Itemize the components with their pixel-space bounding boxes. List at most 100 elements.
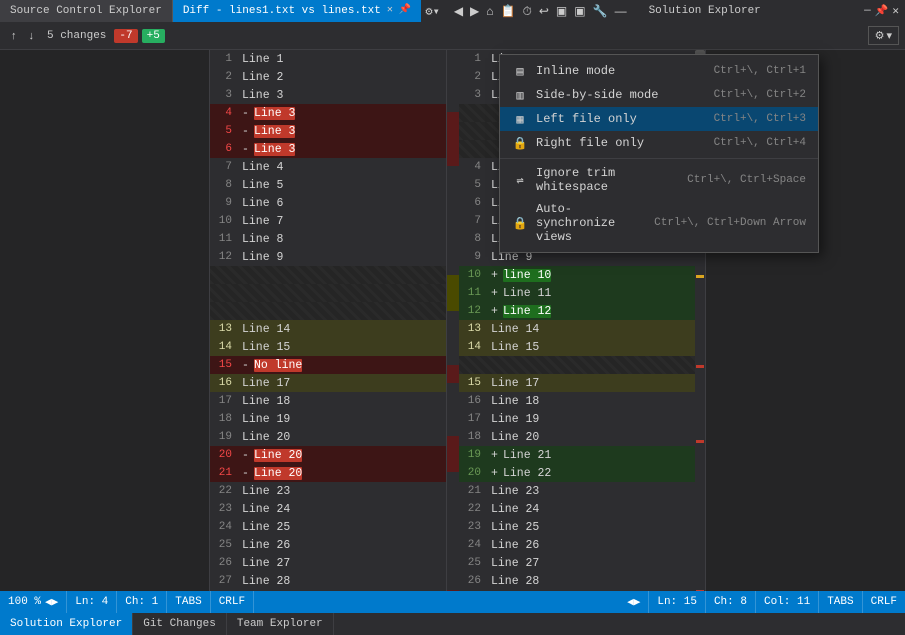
next-change-button[interactable]: ↓ [24, 27, 40, 45]
close2-icon[interactable]: ✕ [892, 4, 899, 18]
left-file-shortcut: Ctrl+\, Ctrl+3 [714, 113, 806, 125]
menu-item-side-by-side[interactable]: ▥ Side-by-side mode Ctrl+\, Ctrl+2 [500, 83, 818, 107]
removed-badge: -7 [114, 29, 137, 43]
inline-mode-label: Inline mode [536, 64, 706, 78]
diff-title-text: Diff - lines1.txt vs lines.txt [183, 2, 381, 20]
forward-button[interactable]: ▶ [468, 2, 481, 20]
menu-item-auto-sync[interactable]: 🔒 Auto-synchronize views Ctrl+\, Ctrl+Do… [500, 198, 818, 248]
line-number: 3 [459, 89, 487, 101]
view2-button[interactable]: ▣ [572, 2, 587, 20]
title-bar: Source Control Explorer Diff - lines1.tx… [0, 0, 905, 22]
table-row: 6-Line 3 [210, 140, 446, 158]
prev-change-button[interactable]: ↑ [6, 27, 22, 45]
left-diff-content[interactable]: 1Line 12Line 23Line 34-Line 35-Line 36-L… [210, 50, 446, 591]
line-content: -Line 20 [238, 449, 446, 462]
window-controls: — 📌 ✕ [858, 4, 905, 18]
line-number: 15 [459, 377, 487, 389]
line-content: +Line 12 [487, 305, 695, 318]
minimize-icon[interactable]: — [864, 5, 871, 17]
line-number: 5 [210, 125, 238, 137]
line-number: 26 [459, 575, 487, 587]
table-row [210, 284, 446, 302]
line-content: -Line 3 [238, 125, 446, 138]
line-content: Line 26 [487, 539, 695, 552]
auto-sync-icon: 🔒 [512, 215, 528, 231]
settings-context-menu: ▤ Inline mode Ctrl+\, Ctrl+1 ▥ Side-by-s… [499, 54, 819, 253]
dash-button[interactable]: — [613, 2, 629, 20]
solution-toolbar: ◀ ▶ ⌂ 📋 ⏱ ↩ ▣ ▣ 🔧 — [446, 2, 635, 21]
line-number: 18 [459, 431, 487, 443]
tab-git-changes[interactable]: Git Changes [133, 613, 227, 635]
line-content: Line 17 [487, 377, 695, 390]
table-row: 25Line 26 [210, 536, 446, 554]
line-content: -Line 3 [238, 143, 446, 156]
copy-button[interactable]: 📋 [499, 2, 518, 20]
line-content: Line 25 [238, 521, 446, 534]
line-content: Line 14 [487, 323, 695, 336]
diff-toolbar: ↑ ↓ 5 changes -7 +5 ⚙ ▾ ▤ Inline mode Ct… [0, 22, 905, 50]
trim-whitespace-icon: ⇌ [512, 172, 528, 188]
line-content: +Line 11 [487, 287, 695, 300]
line-number: 21 [210, 467, 238, 479]
line-number: 21 [459, 485, 487, 497]
tab-team-explorer[interactable]: Team Explorer [227, 613, 334, 635]
table-row: 11Line 8 [210, 230, 446, 248]
line-content: Line 28 [238, 575, 446, 588]
table-row: 26Line 28 [459, 572, 695, 590]
home-button[interactable]: ⌂ [484, 2, 495, 20]
wrench-button[interactable]: 🔧 [591, 2, 610, 20]
history-button[interactable]: ⏱ [520, 2, 533, 21]
menu-item-right-file[interactable]: 🔒 Right file only Ctrl+\, Ctrl+4 [500, 131, 818, 155]
line-number: 17 [459, 413, 487, 425]
line-number: 19 [459, 449, 487, 461]
table-row: 27Line 28 [210, 572, 446, 590]
menu-item-left-file[interactable]: ▦ Left file only Ctrl+\, Ctrl+3 [500, 107, 818, 131]
zoom-right-arrow[interactable]: ▶ [52, 595, 59, 609]
tab-solution-explorer[interactable]: Solution Explorer [0, 613, 133, 635]
table-row: 12Line 9 [210, 248, 446, 266]
pin-button[interactable]: 📌 [399, 2, 411, 20]
table-row: 9Line 6 [210, 194, 446, 212]
line-number: 15 [210, 359, 238, 371]
right-file-icon: 🔒 [512, 135, 528, 151]
undo-button[interactable]: ↩ [537, 2, 551, 20]
view1-button[interactable]: ▣ [554, 2, 569, 20]
navigation-arrows: ↑ ↓ [6, 27, 39, 45]
table-row [210, 266, 446, 284]
table-row: 14Line 15 [459, 338, 695, 356]
line-content: -Line 20 [238, 467, 446, 480]
auto-sync-label: Auto-synchronize views [536, 202, 646, 244]
table-row: 14Line 15 [210, 338, 446, 356]
side-by-side-label: Side-by-side mode [536, 88, 706, 102]
left-diff-pane: 1Line 12Line 23Line 34-Line 35-Line 36-L… [210, 50, 447, 591]
inline-mode-icon: ▤ [512, 63, 528, 79]
line-content: +Line 21 [487, 449, 695, 462]
settings-icon-title[interactable]: ⚙▾ [425, 4, 439, 19]
menu-separator [500, 158, 818, 159]
line-content: Line 3 [238, 89, 446, 102]
menu-item-trim-whitespace[interactable]: ⇌ Ignore trim whitespace Ctrl+\, Ctrl+Sp… [500, 162, 818, 198]
line-content: Line 26 [238, 539, 446, 552]
pin2-icon[interactable]: 📌 [875, 4, 889, 18]
table-row: 22Line 24 [459, 500, 695, 518]
line-number: 24 [459, 539, 487, 551]
zoom-left-arrow[interactable]: ◀ [45, 595, 52, 609]
line-number: 20 [210, 449, 238, 461]
line-number: 9 [210, 197, 238, 209]
line-number: 5 [459, 179, 487, 191]
back-button[interactable]: ◀ [452, 2, 465, 20]
line-number: 9 [459, 251, 487, 263]
close-tab-button[interactable]: ✕ [387, 2, 393, 20]
menu-item-inline[interactable]: ▤ Inline mode Ctrl+\, Ctrl+1 [500, 59, 818, 83]
line-number: 17 [210, 395, 238, 407]
right-nav-arrows[interactable]: ◀▶ [619, 591, 649, 613]
line-content: +line 10 [487, 269, 695, 282]
table-row: 17Line 18 [210, 392, 446, 410]
table-row: 18Line 20 [459, 428, 695, 446]
line-number: 13 [459, 323, 487, 335]
line-number: 25 [210, 539, 238, 551]
changes-count: 5 changes [47, 30, 106, 42]
settings-dropdown-button[interactable]: ⚙ ▾ [868, 26, 899, 45]
line-number: 7 [459, 215, 487, 227]
line-content: Line 27 [238, 557, 446, 570]
